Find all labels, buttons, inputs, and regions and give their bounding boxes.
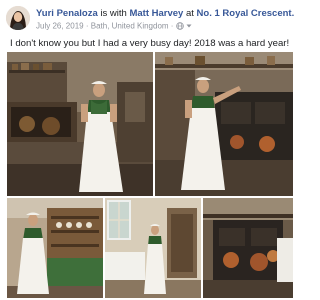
- photo-2[interactable]: [155, 52, 293, 196]
- meta-separator-2: ·: [170, 21, 174, 31]
- post-meta-line: July 26, 2019 · Bath, United Kingdom ·: [36, 21, 294, 30]
- at-text: at: [185, 8, 194, 19]
- photo-5-image: [203, 198, 293, 298]
- photo-4[interactable]: [105, 198, 201, 298]
- post-date-link[interactable]: July 26, 2019: [36, 21, 84, 30]
- place-link[interactable]: No. 1 Royal Crescent.: [197, 8, 294, 19]
- location-link[interactable]: Bath, United Kingdom: [91, 21, 169, 30]
- photo-5[interactable]: [203, 198, 293, 298]
- photo-1-image: [7, 52, 153, 196]
- is-with-text: is with: [100, 8, 127, 19]
- meta-separator: ·: [85, 21, 89, 31]
- post-title-line: Yuri Penaloza is with Matt Harvey at No.…: [36, 8, 294, 19]
- author-avatar[interactable]: [6, 6, 30, 30]
- caret-down-icon[interactable]: [186, 23, 192, 29]
- tagged-person-link[interactable]: Matt Harvey: [129, 8, 183, 19]
- photo-4-image: [105, 198, 201, 298]
- photo-3[interactable]: [7, 198, 103, 298]
- photo-2-image: [155, 52, 293, 196]
- post-text: I don't know you but I had a very busy d…: [10, 38, 290, 49]
- photo-1[interactable]: [7, 52, 153, 196]
- post-header: Yuri Penaloza is with Matt Harvey at No.…: [6, 6, 294, 34]
- author-name-link[interactable]: Yuri Penaloza: [36, 8, 98, 19]
- facebook-post: Yuri Penaloza is with Matt Harvey at No.…: [0, 0, 300, 300]
- avatar-image: [6, 6, 30, 30]
- photo-3-image: [7, 198, 103, 298]
- globe-icon[interactable]: [175, 22, 184, 30]
